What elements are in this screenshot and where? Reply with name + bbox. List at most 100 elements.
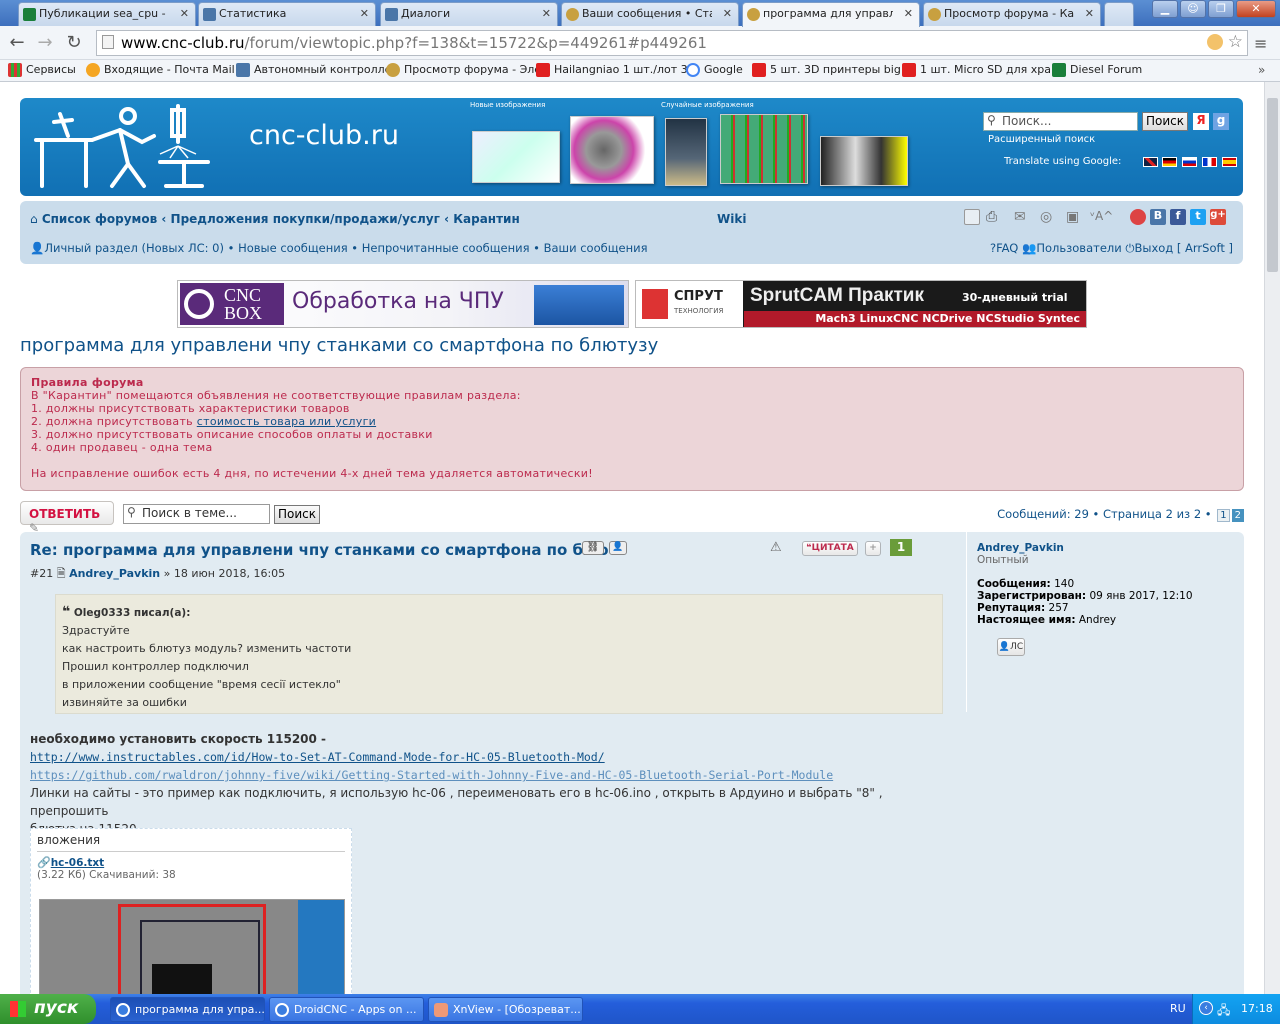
more-bookmarks-icon[interactable]: » — [1258, 63, 1265, 77]
browser-tab[interactable]: Просмотр форума - Каран✕ — [923, 2, 1101, 26]
users-link[interactable]: Пользователи — [1036, 241, 1121, 255]
personal-link[interactable]: Личный раздел (Новых ЛС: 0) — [44, 241, 224, 255]
mobile-icon[interactable] — [964, 209, 980, 225]
wiki-link[interactable]: Wiki — [717, 212, 746, 226]
faq-link[interactable]: FAQ — [996, 241, 1018, 255]
gallery-thumbnail[interactable] — [570, 116, 654, 184]
bookmark-item[interactable]: Сервисы — [8, 63, 76, 77]
taskbar-item-xnview[interactable]: XnView - [Обозреват... — [428, 997, 583, 1022]
bookmark-item[interactable]: Hailangniao 1 шт./лот 3 — [536, 63, 688, 77]
site-name[interactable]: cnc-club.ru — [249, 120, 399, 151]
star-bookmark-icon[interactable]: ☆ — [1228, 32, 1243, 52]
flag-es-icon[interactable] — [1222, 157, 1237, 167]
new-tab-button[interactable] — [1104, 2, 1134, 26]
taskbar-item-chrome[interactable]: программа для упра... — [110, 997, 265, 1022]
bookmark-item[interactable]: Входящие - Почта Mail — [86, 63, 235, 77]
advanced-search-link[interactable]: Расширенный поиск — [988, 134, 1095, 145]
quote-button[interactable]: ❝ЦИТАТА — [802, 541, 858, 556]
close-tab-icon[interactable]: ✕ — [360, 7, 369, 20]
restore-icon[interactable]: ❐ — [1208, 0, 1234, 18]
close-tab-icon[interactable]: ✕ — [542, 7, 551, 20]
warning-icon[interactable]: ⚠ — [770, 540, 782, 555]
network-icon[interactable]: 🖧 — [1217, 1001, 1230, 1022]
back-arrow-icon[interactable]: ← — [6, 32, 28, 53]
taskbar-item-droidcnc[interactable]: DroidCNC - Apps on ... — [269, 997, 424, 1022]
flag-ru-icon[interactable] — [1182, 157, 1197, 167]
attachment-image[interactable] — [39, 899, 345, 994]
gallery-thumbnail[interactable] — [665, 118, 707, 186]
print-icon[interactable]: ⎙ — [986, 209, 1002, 225]
topic-search-input[interactable]: ⚲ Поиск в теме... — [123, 504, 270, 524]
browser-tab-active[interactable]: программа для управлен✕ — [742, 2, 920, 27]
topic-search-button[interactable]: Поиск — [274, 505, 320, 524]
instructables-link[interactable]: http://www.instructables.com/id/How-to-S… — [30, 750, 605, 764]
email-icon[interactable]: ✉ — [1014, 209, 1030, 225]
browser-tab[interactable]: Диалоги ✕ — [380, 2, 558, 26]
gallery-thumbnail[interactable] — [820, 136, 908, 186]
bookmark-item[interactable]: Автономный контролле — [236, 63, 391, 77]
plus-icon[interactable]: + — [865, 541, 881, 556]
post-author[interactable]: Andrey_Pavkin — [69, 567, 160, 580]
reply-button[interactable]: ОТВЕТИТЬ ✎ — [20, 501, 114, 535]
address-bar[interactable]: www.cnc-club.ru/forum/viewtopic.php?f=13… — [96, 30, 1248, 56]
page-link[interactable]: 1 — [1217, 509, 1230, 522]
unread-posts-link[interactable]: Непрочитанные сообщения — [362, 241, 530, 255]
bookmark-item[interactable]: 1 шт. Micro SD для хра — [902, 63, 1051, 77]
logout-link[interactable]: Выход [ ArrSoft ] — [1134, 241, 1233, 255]
facebook-icon[interactable]: f — [1170, 209, 1186, 225]
breadcrumb-trade[interactable]: Предложения покупки/продажи/услуг — [171, 212, 440, 226]
gallery-thumbnail[interactable] — [720, 114, 808, 184]
scrollbar[interactable] — [1264, 82, 1280, 994]
menu-icon[interactable]: ≡ — [1254, 34, 1267, 53]
yandex-icon[interactable]: Я — [1193, 113, 1209, 130]
scrollbar-thumb[interactable] — [1267, 98, 1278, 272]
flag-uk-icon[interactable] — [1143, 157, 1158, 167]
price-link[interactable]: стоимость товара или услуги — [197, 415, 376, 428]
tray-expand-icon[interactable]: ‹ — [1199, 1001, 1213, 1015]
close-tab-icon[interactable]: ✕ — [723, 7, 732, 20]
pm-button[interactable]: 👤ЛС — [997, 638, 1025, 656]
extension-icon[interactable] — [1207, 34, 1223, 50]
page-indicator[interactable]: Страница 2 из 2 — [1103, 507, 1201, 521]
site-search-button[interactable]: Поиск — [1142, 112, 1188, 131]
flag-de-icon[interactable] — [1162, 157, 1177, 167]
user-profile-icon[interactable]: ☺ — [1180, 0, 1206, 18]
close-tab-icon[interactable]: ✕ — [180, 7, 189, 20]
profile-name[interactable]: Andrey_Pavkin — [977, 542, 1226, 554]
clock[interactable]: 17:18 — [1241, 1002, 1273, 1015]
github-link[interactable]: https://github.com/rwaldron/johnny-five/… — [30, 768, 833, 782]
bookmark-item[interactable]: Google — [686, 63, 743, 77]
your-posts-link[interactable]: Ваши сообщения — [544, 241, 648, 255]
browser-tab[interactable]: Публикации sea_cpu - Dio✕ — [18, 2, 196, 26]
link-icon[interactable]: ⛓ — [582, 541, 604, 555]
font-size-icon[interactable]: ᵛA^ — [1090, 209, 1120, 225]
sprutcam-banner[interactable]: СПРУТ ТЕХНОЛОГИЯ SprutCAM Практик 30-дне… — [635, 280, 1087, 328]
browser-tab[interactable]: Статистика ✕ — [198, 2, 376, 26]
start-button[interactable]: пуск — [0, 994, 96, 1024]
bookmark-item[interactable]: Просмотр форума - Эле — [386, 63, 541, 77]
bookmark-item[interactable]: 5 шт. 3D принтеры big — [752, 63, 901, 77]
browser-tab[interactable]: Ваши сообщения • Станк✕ — [561, 2, 739, 26]
flag-fr-icon[interactable] — [1202, 157, 1217, 167]
twitter-icon[interactable]: t — [1190, 209, 1206, 225]
topic-title[interactable]: программа для управлени чпу станками со … — [20, 335, 658, 356]
new-posts-link[interactable]: Новые сообщения — [238, 241, 348, 255]
cncbox-banner[interactable]: CNC BOX Обработка на ЧПУ — [177, 280, 629, 328]
breadcrumb-quarantine[interactable]: Карантин — [453, 212, 520, 226]
close-tab-icon[interactable]: ✕ — [904, 7, 913, 20]
vk-share-icon[interactable]: В — [1150, 209, 1166, 225]
google-search-icon[interactable]: g — [1213, 113, 1229, 130]
breadcrumb-forums[interactable]: Список форумов — [42, 212, 157, 226]
close-tab-icon[interactable]: ✕ — [1085, 7, 1094, 20]
close-window-icon[interactable]: ✕ — [1236, 0, 1276, 18]
gallery-thumbnail[interactable] — [472, 131, 560, 183]
bookmark-item[interactable]: Diesel Forum — [1052, 63, 1142, 77]
user-card-icon[interactable]: 👤 — [609, 541, 627, 555]
google-plus-icon[interactable]: g+ — [1210, 209, 1226, 225]
rss-icon[interactable]: ◎ — [1040, 209, 1056, 225]
site-search-input[interactable]: ⚲ Поиск... — [983, 112, 1138, 131]
post-title[interactable]: Re: программа для управлени чпу станками… — [30, 541, 609, 559]
reload-icon[interactable]: ↻ — [63, 32, 85, 53]
attachment-link[interactable]: hc-06.txt — [51, 857, 104, 869]
minimize-icon[interactable]: ▁ — [1152, 0, 1178, 18]
